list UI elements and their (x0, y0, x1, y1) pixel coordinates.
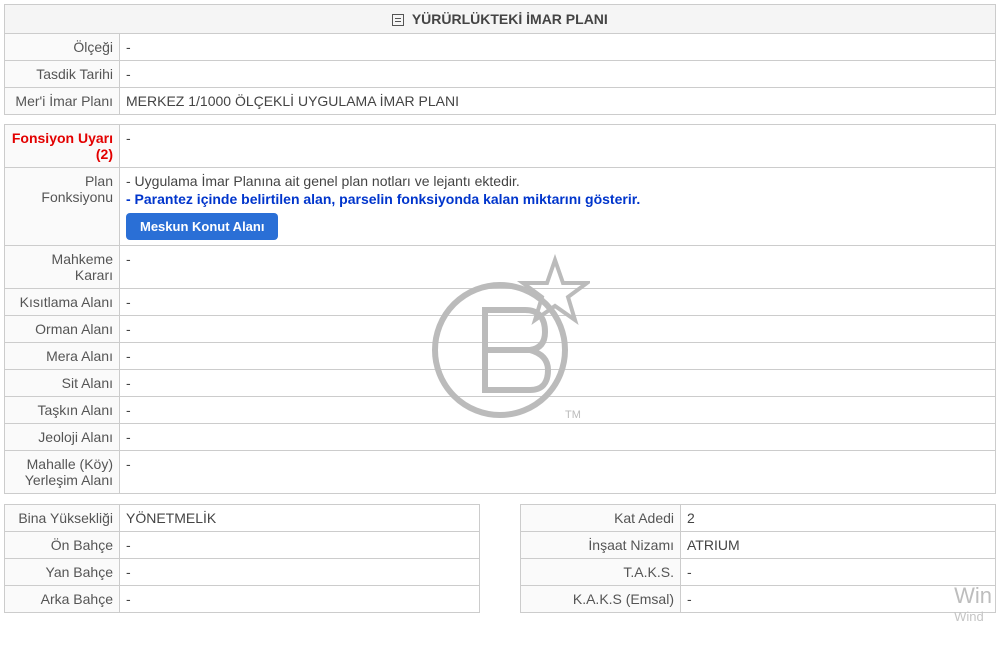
value-arka-bahce: - (120, 586, 480, 613)
table-row: Jeoloji Alanı - (5, 424, 996, 451)
label-bina: Bina Yüksekliği (5, 505, 120, 532)
label-insaat-nizami: İnşaat Nizamı (521, 532, 681, 559)
value-mahalle: - (120, 451, 996, 494)
table-row: Ölçeği - (5, 34, 996, 61)
table-row: Mer'i İmar Planı MERKEZ 1/1000 ÖLÇEKLİ U… (5, 88, 996, 115)
label-on-bahce: Ön Bahçe (5, 532, 120, 559)
label-taks: T.A.K.S. (521, 559, 681, 586)
section-title: YÜRÜRLÜKTEKİ İMAR PLANI (4, 4, 996, 34)
value-jeoloji: - (120, 424, 996, 451)
value-on-bahce: - (120, 532, 480, 559)
label-tasdik: Tasdik Tarihi (5, 61, 120, 88)
table-row: T.A.K.S. - (521, 559, 996, 586)
value-kaks: - (681, 586, 996, 613)
value-fonsiyon-uyari: - (120, 125, 996, 168)
table-row: Orman Alanı - (5, 316, 996, 343)
value-kat-adedi: 2 (681, 505, 996, 532)
label-yan-bahce: Yan Bahçe (5, 559, 120, 586)
label-mahkeme: Mahkeme Kararı (5, 246, 120, 289)
warning-label-main: Fonsiyon Uyarı (12, 130, 113, 146)
table-row: K.A.K.S (Emsal) - (521, 586, 996, 613)
value-taks: - (681, 559, 996, 586)
label-taskin: Taşkın Alanı (5, 397, 120, 424)
table-row: Tasdik Tarihi - (5, 61, 996, 88)
table-row: İnşaat Nizamı ATRIUM (521, 532, 996, 559)
value-sit: - (120, 370, 996, 397)
value-mera: - (120, 343, 996, 370)
table-row: Ön Bahçe - (5, 532, 480, 559)
mid-table: Fonsiyon Uyarı (2) - Plan Fonksiyonu - U… (4, 124, 996, 494)
value-insaat-nizami: ATRIUM (681, 532, 996, 559)
table-row: Yan Bahçe - (5, 559, 480, 586)
label-sit: Sit Alanı (5, 370, 120, 397)
table-row-warning: Fonsiyon Uyarı (2) - (5, 125, 996, 168)
value-olcegi: - (120, 34, 996, 61)
bottom-right-col: Kat Adedi 2 İnşaat Nizamı ATRIUM T.A.K.S… (520, 504, 996, 613)
value-bina: YÖNETMELİK (120, 505, 480, 532)
value-mahkeme: - (120, 246, 996, 289)
form-icon (392, 14, 404, 26)
table-row: Mahalle (Köy) Yerleşim Alanı - (5, 451, 996, 494)
value-orman: - (120, 316, 996, 343)
label-mera: Mera Alanı (5, 343, 120, 370)
section-title-text: YÜRÜRLÜKTEKİ İMAR PLANI (412, 11, 608, 27)
value-kisitlama: - (120, 289, 996, 316)
table-row: Mera Alanı - (5, 343, 996, 370)
label-meri: Mer'i İmar Planı (5, 88, 120, 115)
table-row: Arka Bahçe - (5, 586, 480, 613)
label-plan-fonk: Plan Fonksiyonu (5, 168, 120, 246)
table-row: Bina Yüksekliği YÖNETMELİK (5, 505, 480, 532)
value-tasdik: - (120, 61, 996, 88)
bottom-left-col: Bina Yüksekliği YÖNETMELİK Ön Bahçe - Ya… (4, 504, 480, 613)
label-mahalle: Mahalle (Köy) Yerleşim Alanı (5, 451, 120, 494)
value-taskin: - (120, 397, 996, 424)
table-row: Taşkın Alanı - (5, 397, 996, 424)
bottom-row: Bina Yüksekliği YÖNETMELİK Ön Bahçe - Ya… (4, 504, 996, 613)
table-row: Kısıtlama Alanı - (5, 289, 996, 316)
label-kaks: K.A.K.S (Emsal) (521, 586, 681, 613)
warning-label-sup: (2) (96, 146, 113, 162)
plan-note-2: - Parantez içinde belirtilen alan, parse… (126, 191, 989, 207)
plan-note-1: - Uygulama İmar Planına ait genel plan n… (126, 173, 989, 189)
label-olcegi: Ölçeği (5, 34, 120, 61)
label-kat-adedi: Kat Adedi (521, 505, 681, 532)
table-row: Mahkeme Kararı - (5, 246, 996, 289)
label-arka-bahce: Arka Bahçe (5, 586, 120, 613)
table-row-plan-fonk: Plan Fonksiyonu - Uygulama İmar Planına … (5, 168, 996, 246)
value-meri: MERKEZ 1/1000 ÖLÇEKLİ UYGULAMA İMAR PLAN… (120, 88, 996, 115)
bottom-left-table: Bina Yüksekliği YÖNETMELİK Ön Bahçe - Ya… (4, 504, 480, 613)
bottom-right-table: Kat Adedi 2 İnşaat Nizamı ATRIUM T.A.K.S… (520, 504, 996, 613)
value-plan-fonk: - Uygulama İmar Planına ait genel plan n… (120, 168, 996, 246)
top-table: Ölçeği - Tasdik Tarihi - Mer'i İmar Plan… (4, 33, 996, 115)
warning-label-text: Fonsiyon Uyarı (2) (12, 130, 113, 162)
value-yan-bahce: - (120, 559, 480, 586)
label-orman: Orman Alanı (5, 316, 120, 343)
meskun-konut-button[interactable]: Meskun Konut Alanı (126, 213, 278, 240)
label-kisitlama: Kısıtlama Alanı (5, 289, 120, 316)
label-jeoloji: Jeoloji Alanı (5, 424, 120, 451)
table-row: Kat Adedi 2 (521, 505, 996, 532)
label-fonsiyon-uyari: Fonsiyon Uyarı (2) (5, 125, 120, 168)
table-row: Sit Alanı - (5, 370, 996, 397)
